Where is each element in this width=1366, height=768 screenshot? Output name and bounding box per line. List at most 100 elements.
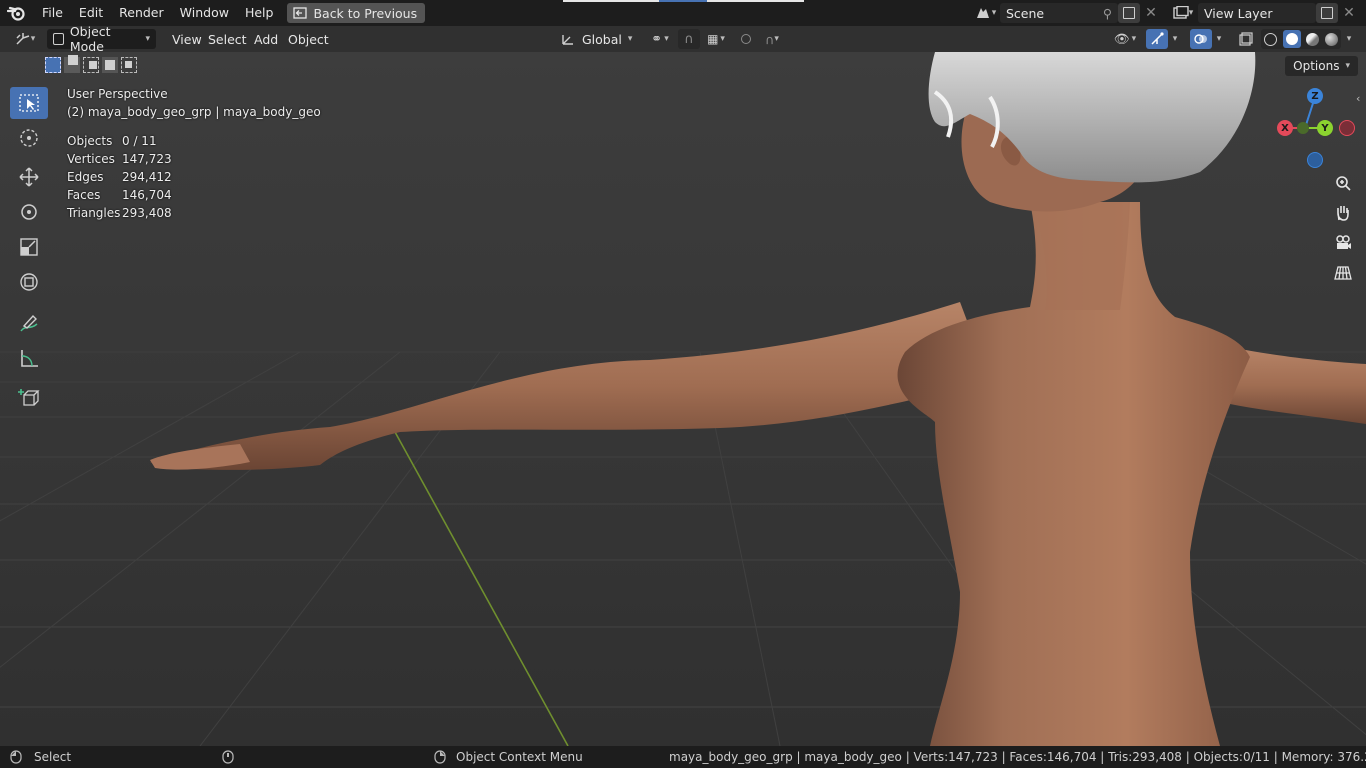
back-to-previous-button[interactable]: Back to Previous — [287, 3, 426, 23]
workspace-tabs-strip[interactable] — [563, 0, 804, 2]
gizmo-neg-y-axis[interactable] — [1297, 122, 1309, 134]
overlays-dropdown[interactable]: ▾ — [1212, 29, 1226, 49]
zoom-icon[interactable] — [1330, 170, 1356, 196]
move-icon — [19, 167, 39, 187]
menu-object[interactable]: Object — [288, 29, 329, 49]
measure-tool[interactable] — [10, 342, 48, 374]
pan-hand-icon[interactable] — [1330, 200, 1356, 226]
menu-select[interactable]: Select — [207, 29, 248, 49]
pivot-point-dropdown[interactable]: ⚭ ▾ — [646, 29, 674, 49]
magnet-icon: ∩ — [684, 31, 694, 47]
select-intersect-icon[interactable] — [121, 57, 137, 73]
gizmo-z-axis[interactable]: Z — [1307, 88, 1323, 104]
solid-shading-icon[interactable] — [1282, 30, 1301, 48]
select-box-tool[interactable] — [10, 87, 48, 119]
options-label: Options — [1293, 59, 1340, 73]
pin-icon[interactable]: ⚲ — [1103, 6, 1112, 21]
select-extend-icon[interactable] — [64, 55, 80, 73]
options-dropdown[interactable]: Options ▾ — [1285, 56, 1358, 76]
snap-grid-icon: ▦ — [707, 32, 719, 46]
axis-editor-icon — [16, 33, 29, 45]
shading-dropdown[interactable]: ▾ — [1342, 29, 1356, 49]
navigation-gizmo[interactable]: Z Y X — [1270, 82, 1360, 172]
stats-value: 147,723 — [122, 152, 172, 166]
gizmo-neg-z-axis[interactable] — [1307, 152, 1323, 168]
gizmo-toggle[interactable] — [1146, 29, 1168, 49]
select-mode-group — [45, 55, 139, 75]
mode-dropdown[interactable]: Object Mode ▾ — [47, 24, 156, 54]
blender-logo-icon[interactable] — [0, 0, 34, 26]
3d-viewport[interactable]: User Perspective (2) maya_body_geo_grp |… — [0, 52, 1366, 746]
new-view-layer-icon[interactable] — [1316, 3, 1338, 23]
scale-icon — [20, 238, 38, 256]
editor-type-button[interactable]: ▾ — [8, 29, 42, 49]
perspective-grid-icon[interactable] — [1330, 260, 1356, 286]
transform-tool[interactable] — [10, 266, 48, 298]
view-layer-name: View Layer — [1204, 5, 1273, 21]
stats-objects: Objects 0 / 11 — [67, 134, 157, 148]
rotate-icon — [21, 204, 37, 220]
snap-target-dropdown[interactable]: ▦ ▾ — [702, 29, 730, 49]
select-subtract-icon[interactable] — [83, 57, 99, 73]
menu-help[interactable]: Help — [237, 0, 282, 26]
overlays-toggle[interactable] — [1190, 29, 1212, 49]
scene-selector: ▾ Scene ⚲ ✕ — [970, 2, 1162, 24]
scene-icon[interactable]: ▾ — [970, 3, 1000, 23]
gizmo-y-axis[interactable]: Y — [1317, 120, 1333, 136]
scene-name-field[interactable]: Scene ⚲ — [1000, 3, 1118, 23]
stats-label: Faces — [67, 188, 101, 202]
stats-triangles: Triangles 293,408 — [67, 206, 172, 220]
cursor-tool[interactable] — [10, 122, 48, 154]
rendered-shading-icon[interactable] — [1325, 32, 1339, 46]
visibility-dropdown[interactable]: 👁 ▾ — [1110, 29, 1140, 49]
overlays-icon — [1194, 34, 1207, 44]
stats-label: Objects — [67, 134, 113, 148]
material-shading-icon[interactable] — [1306, 32, 1320, 46]
wireframe-shading-icon[interactable] — [1263, 32, 1277, 46]
proportional-edit-toggle[interactable] — [738, 29, 754, 49]
view-layer-icon[interactable]: ▾ — [1168, 3, 1198, 23]
menu-render[interactable]: Render — [111, 0, 172, 26]
orientation-dropdown[interactable]: Global ▾ — [560, 29, 638, 49]
menu-edit[interactable]: Edit — [71, 0, 111, 26]
xray-toggle[interactable] — [1236, 29, 1256, 49]
menu-window[interactable]: Window — [172, 0, 237, 26]
workspace-tab-active[interactable] — [659, 0, 707, 2]
select-new-icon[interactable] — [45, 57, 61, 73]
gizmo-dropdown[interactable]: ▾ — [1168, 29, 1182, 49]
pivot-icon: ⚭ — [651, 31, 663, 47]
gizmo-x-axis[interactable]: X — [1277, 120, 1293, 136]
stats-value: 294,412 — [122, 170, 172, 184]
rotate-tool[interactable] — [10, 196, 48, 228]
falloff-dropdown[interactable]: ∩ ▾ — [758, 29, 786, 49]
menu-add[interactable]: Add — [254, 29, 278, 49]
scene-name: Scene — [1006, 5, 1045, 21]
delete-view-layer-icon[interactable]: ✕ — [1338, 3, 1360, 23]
snap-toggle[interactable]: ∩ — [678, 29, 700, 49]
chevron-down-icon: ▾ — [1345, 61, 1350, 71]
mouse-middle-icon — [222, 746, 234, 768]
annotate-pencil-icon — [20, 314, 38, 332]
xray-icon — [1239, 32, 1253, 46]
gizmo-icon — [1151, 32, 1164, 45]
stats-label: Edges — [67, 170, 104, 184]
new-scene-icon[interactable] — [1118, 3, 1140, 23]
add-cube-tool[interactable] — [10, 382, 48, 414]
stats-label: Vertices — [67, 152, 115, 166]
proportional-edit-icon — [741, 34, 751, 44]
scale-tool[interactable] — [10, 231, 48, 263]
view-layer-field[interactable]: View Layer — [1198, 3, 1316, 23]
move-tool[interactable] — [10, 161, 48, 193]
gizmo-neg-x-axis[interactable] — [1339, 120, 1355, 136]
stats-value: 146,704 — [122, 188, 172, 202]
eye-icon: 👁 — [1113, 31, 1130, 46]
annotate-tool[interactable] — [10, 307, 48, 339]
camera-view-icon[interactable] — [1330, 230, 1356, 256]
status-select-hint: Select — [34, 750, 72, 764]
select-difference-icon[interactable] — [102, 57, 118, 73]
menu-file[interactable]: File — [34, 0, 71, 26]
stats-edges: Edges 294,412 — [67, 170, 172, 184]
chevron-down-icon: ▾ — [145, 34, 150, 44]
delete-scene-icon[interactable]: ✕ — [1140, 3, 1162, 23]
menu-view[interactable]: View — [167, 29, 207, 49]
